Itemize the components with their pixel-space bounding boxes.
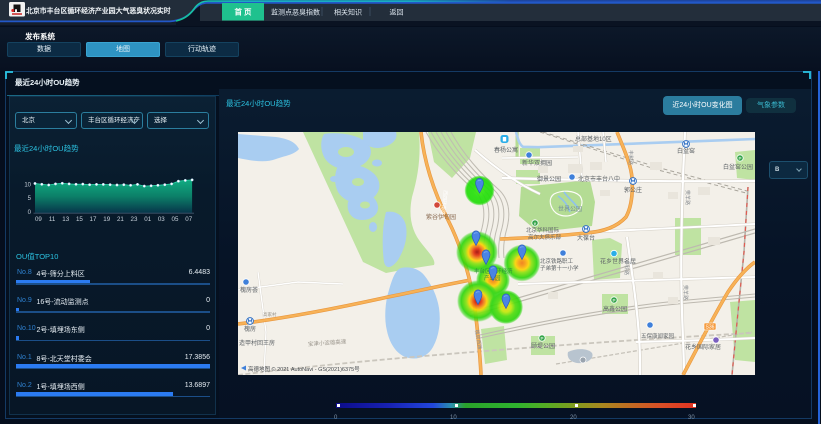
svg-text:樊羊路: 樊羊路: [684, 190, 691, 205]
svg-text:丰和路: 丰和路: [627, 150, 634, 165]
svg-text:造甲村回王房: 造甲村回王房: [239, 339, 275, 347]
svg-text:世界公园: 世界公园: [558, 205, 582, 213]
svg-text:10: 10: [24, 183, 31, 189]
svg-text:郭公庄: 郭公庄: [624, 186, 642, 194]
svg-text:北京市丰台区循环经济产业园大气恶臭状况实时: 北京市丰台区循环经济产业园大气恶臭状况实时: [26, 6, 171, 15]
svg-text:大葆台: 大葆台: [577, 234, 595, 242]
svg-text:高尔夫俱乐部: 高尔夫俱乐部: [528, 233, 562, 241]
svg-text:高鑫公园: 高鑫公园: [603, 305, 627, 313]
svg-text:五保康闻家园: 五保康闻家园: [641, 332, 675, 340]
svg-text:0: 0: [28, 210, 32, 216]
svg-text:返回: 返回: [390, 9, 404, 17]
svg-text:槐房荟: 槐房荟: [240, 286, 258, 294]
svg-text:09: 09: [35, 216, 42, 223]
svg-text:花乡世界名居: 花乡世界名居: [600, 258, 636, 266]
svg-text:御景公园: 御景公园: [537, 175, 561, 183]
svg-text:21: 21: [117, 216, 124, 223]
svg-text:花乡国际家居: 花乡国际家居: [685, 343, 721, 351]
svg-text:相关知识: 相关知识: [334, 8, 362, 17]
svg-text:19: 19: [103, 216, 110, 223]
svg-text:子弟第十一小学: 子弟第十一小学: [540, 264, 579, 272]
svg-text:05: 05: [172, 216, 179, 223]
svg-text:白盆窑: 白盆窑: [677, 147, 695, 155]
svg-text:总部基地10区: 总部基地10区: [575, 135, 612, 143]
svg-text:颐堤公园: 颐堤公园: [531, 342, 555, 350]
svg-text:白盆窑公园: 白盆窑公园: [723, 163, 753, 171]
svg-text:23: 23: [131, 216, 138, 223]
svg-text:樊羊路: 樊羊路: [682, 285, 689, 300]
svg-text:高家村: 高家村: [263, 311, 277, 318]
svg-text:13: 13: [62, 216, 69, 223]
svg-text:首 页: 首 页: [234, 7, 252, 17]
svg-text:15: 15: [76, 216, 83, 223]
svg-text:北京市丰台八中: 北京市丰台八中: [578, 175, 620, 183]
svg-text:北京铁路职工: 北京铁路职工: [540, 257, 574, 265]
svg-text:5: 5: [28, 196, 32, 202]
svg-text:北京华科国际: 北京华科国际: [526, 226, 560, 234]
svg-text:高德地图 © 2021 AutoNavi - GS(2021: 高德地图 © 2021 AutoNavi - GS(2021)6375号: [248, 365, 360, 373]
svg-text:01: 01: [144, 216, 151, 223]
svg-text:17: 17: [90, 216, 97, 223]
svg-text:07: 07: [185, 216, 192, 223]
svg-text:S36: S36: [706, 325, 715, 331]
svg-text:丰科路: 丰科路: [623, 260, 630, 275]
svg-text:春杨公寓: 春杨公寓: [494, 146, 518, 154]
svg-text:槐房: 槐房: [244, 325, 256, 333]
svg-text:监测点恶臭指数: 监测点恶臭指数: [271, 8, 320, 17]
svg-text:新华双拥园: 新华双拥园: [522, 159, 552, 167]
svg-text:P: P: [738, 156, 741, 161]
svg-text:03: 03: [158, 216, 165, 223]
svg-text:P: P: [612, 298, 615, 303]
svg-text:P: P: [540, 336, 543, 341]
svg-text:11: 11: [49, 216, 56, 223]
